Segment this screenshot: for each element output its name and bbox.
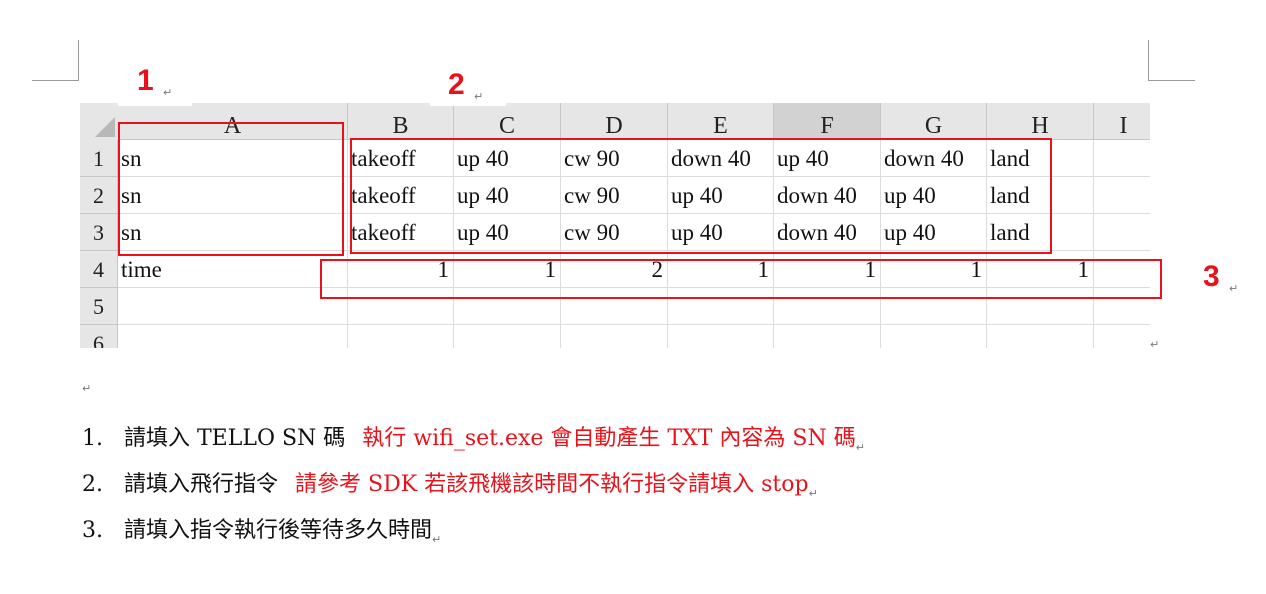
column-header-f[interactable]: F bbox=[774, 103, 881, 140]
instruction-item-2: 2. 請填入飛行指令 請參考 SDK 若該飛機該時間不執行指令請填入 stop↵ bbox=[82, 466, 818, 500]
cell-f6[interactable] bbox=[774, 325, 881, 348]
cell-a4[interactable]: time bbox=[118, 251, 348, 288]
label-patch-2 bbox=[430, 72, 506, 106]
instruction-number: 3. bbox=[82, 518, 103, 543]
select-all-corner bbox=[80, 103, 118, 140]
row-header-4[interactable]: 4 bbox=[80, 251, 118, 288]
instruction-text: 請填入指令執行後等待多久時間 bbox=[124, 518, 433, 543]
annotation-box-3 bbox=[320, 259, 1162, 299]
row-header-3[interactable]: 3 bbox=[80, 214, 118, 251]
row-header-1[interactable]: 1 bbox=[80, 140, 118, 177]
cell-c6[interactable] bbox=[454, 325, 561, 348]
cell-d6[interactable] bbox=[561, 325, 668, 348]
paragraph-mark: ↵ bbox=[855, 441, 865, 454]
annotation-number-3: 3 bbox=[1203, 260, 1220, 293]
cell-i1[interactable] bbox=[1094, 140, 1150, 177]
cell-i3[interactable] bbox=[1094, 214, 1150, 251]
instruction-text: 請填入飛行指令 bbox=[124, 472, 279, 497]
cell-a5[interactable] bbox=[118, 288, 348, 325]
column-header-c[interactable]: C bbox=[454, 103, 561, 140]
instruction-text: 請填入 TELLO SN 碼 bbox=[124, 426, 346, 451]
paragraph-mark: ↵ bbox=[82, 382, 92, 395]
cell-g6[interactable] bbox=[881, 325, 987, 348]
column-header-b[interactable]: B bbox=[348, 103, 454, 140]
instruction-item-3: 3. 請填入指令執行後等待多久時間↵ bbox=[82, 512, 442, 546]
cell-a6[interactable] bbox=[118, 325, 348, 348]
row-header-6[interactable]: 6 bbox=[80, 325, 118, 348]
instruction-red-text: 執行 wifi_set.exe 會自動產生 TXT 內容為 SN 碼 bbox=[362, 426, 856, 451]
column-header-h[interactable]: H bbox=[987, 103, 1094, 140]
paragraph-mark: ↵ bbox=[808, 487, 818, 500]
paragraph-mark: ↵ bbox=[474, 90, 484, 103]
label-patch-1 bbox=[118, 72, 192, 106]
paragraph-mark: ↵ bbox=[163, 86, 173, 99]
paragraph-mark: ↵ bbox=[432, 533, 442, 546]
annotation-number-1: 1 bbox=[137, 64, 154, 97]
annotation-box-1 bbox=[118, 122, 344, 256]
instruction-red-text: 請參考 SDK 若該飛機該時間不執行指令請填入 stop bbox=[295, 472, 809, 497]
column-header-d[interactable]: D bbox=[561, 103, 668, 140]
page-crop-mark-left bbox=[32, 40, 79, 81]
paragraph-mark: ↵ bbox=[1229, 282, 1239, 295]
cell-e6[interactable] bbox=[668, 325, 774, 348]
paragraph-mark: ↵ bbox=[1150, 338, 1160, 351]
annotation-box-2 bbox=[350, 138, 1052, 254]
column-header-g[interactable]: G bbox=[881, 103, 987, 140]
cell-i2[interactable] bbox=[1094, 177, 1150, 214]
instruction-number: 2. bbox=[82, 472, 103, 497]
column-header-e[interactable]: E bbox=[668, 103, 774, 140]
cell-b6[interactable] bbox=[348, 325, 454, 348]
page-crop-mark-right bbox=[1148, 40, 1195, 81]
row-header-2[interactable]: 2 bbox=[80, 177, 118, 214]
row-header-5[interactable]: 5 bbox=[80, 288, 118, 325]
cell-i6[interactable] bbox=[1094, 325, 1150, 348]
column-header-i[interactable]: I bbox=[1094, 103, 1150, 140]
instruction-item-1: 1. 請填入 TELLO SN 碼 執行 wifi_set.exe 會自動產生 … bbox=[82, 420, 865, 454]
cell-h6[interactable] bbox=[987, 325, 1094, 348]
annotation-number-2: 2 bbox=[448, 68, 465, 101]
instruction-number: 1. bbox=[82, 426, 103, 451]
